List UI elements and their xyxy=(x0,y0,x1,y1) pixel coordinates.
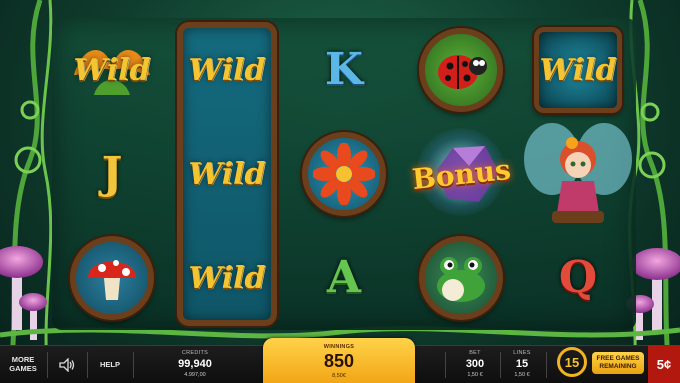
symbol-fairy xyxy=(520,122,636,226)
reel-1: Wild J xyxy=(54,18,170,330)
wild-label: Wild xyxy=(539,52,617,88)
free-games-count: 15 xyxy=(557,347,587,377)
symbol-bonus: Bonus xyxy=(403,122,519,226)
bet-money: 1,50 € xyxy=(467,372,483,378)
winnings-label: WINNINGS xyxy=(323,344,355,350)
ladybug-icon xyxy=(438,55,487,89)
sound-button[interactable] xyxy=(50,346,84,383)
divider xyxy=(133,352,134,378)
credits-label: CREDITS xyxy=(181,350,209,356)
credits-value: 99,940 xyxy=(178,358,212,370)
reel-3: K A xyxy=(286,18,402,330)
flower-frame xyxy=(302,132,386,216)
winnings-panel: WINNINGS 850 8,50€ xyxy=(263,338,415,383)
more-games-button[interactable]: MORE GAMES xyxy=(4,346,42,383)
divider xyxy=(87,352,88,378)
symbol-royal-q: Q xyxy=(520,226,636,330)
credits-money: 4.997,00 xyxy=(184,372,206,378)
frog-frame xyxy=(419,236,503,320)
symbol-wild: Wild xyxy=(169,122,285,226)
symbol-wild: Wild xyxy=(520,18,636,122)
wild-label: Wild xyxy=(188,260,266,296)
bet-value[interactable]: 300 xyxy=(458,358,492,370)
symbol-flower xyxy=(286,122,402,226)
wild-frame: Wild xyxy=(534,27,622,113)
symbol-royal-j: J xyxy=(54,122,170,226)
royal-a-label: A xyxy=(326,252,362,303)
symbol-wild: Wild xyxy=(169,226,285,330)
divider xyxy=(546,352,547,378)
mushroom-icon xyxy=(88,260,136,300)
lines-money: 1,50 € xyxy=(514,372,530,378)
reel-area: Wild J Wild Wild Wild K A Bonus Wild Q xyxy=(52,18,636,330)
lines-label: LINES xyxy=(513,350,531,356)
reel-4: Bonus xyxy=(403,18,519,330)
symbol-frog xyxy=(403,226,519,330)
royal-j-label: J xyxy=(101,148,123,199)
winnings-value: 850 xyxy=(323,351,355,371)
flower-icon xyxy=(313,143,375,205)
wild-label: Wild xyxy=(188,156,266,192)
winnings-money: 8,50€ xyxy=(332,373,346,379)
symbol-royal-k: K xyxy=(286,18,402,122)
lines-value[interactable]: 15 xyxy=(506,358,538,370)
divider xyxy=(47,352,48,378)
bet-label: BET xyxy=(469,350,481,356)
denomination-button[interactable]: 5¢ xyxy=(648,345,680,383)
symbol-ladybug xyxy=(403,18,519,122)
royal-k-label: K xyxy=(324,44,364,95)
symbol-royal-a: A xyxy=(286,226,402,330)
reel-5: Wild Q xyxy=(520,18,636,330)
symbol-mushroom xyxy=(54,226,170,330)
divider xyxy=(445,352,446,378)
divider xyxy=(500,352,501,378)
mushroom-frame xyxy=(70,236,154,320)
free-games-remaining-label: FREE GAMES REMAINING xyxy=(592,352,644,374)
wild-label: Wild xyxy=(188,52,266,88)
slot-game-stage: Wild J Wild Wild Wild K A Bonus Wild Q M… xyxy=(0,0,680,383)
symbol-wild: Wild xyxy=(54,18,170,122)
help-button[interactable]: HELP xyxy=(90,346,130,383)
symbol-wild: Wild xyxy=(169,18,285,122)
reel-2: Wild Wild Wild xyxy=(169,18,285,330)
frog-icon xyxy=(437,257,485,302)
wild-label: Wild xyxy=(73,52,151,88)
ladybug-frame xyxy=(419,28,503,112)
fairy-icon xyxy=(524,123,632,223)
royal-q-label: Q xyxy=(558,252,598,303)
speaker-icon xyxy=(59,358,75,372)
